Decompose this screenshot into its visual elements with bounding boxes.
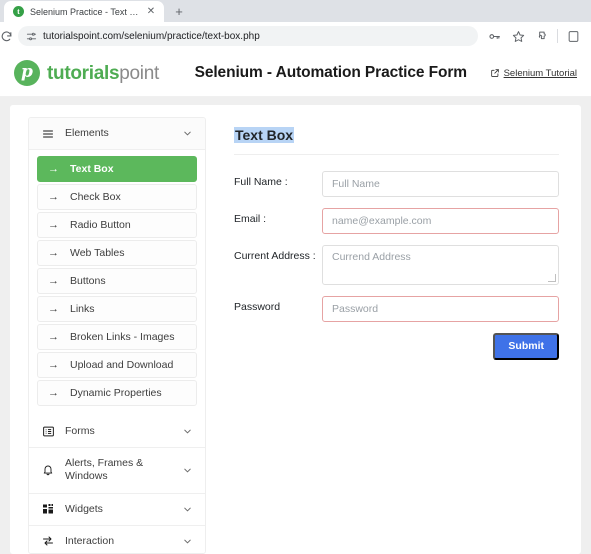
heading-divider [234, 154, 559, 155]
arrow-right-icon: → [48, 274, 59, 287]
sidebar-item-label: Text Box [70, 163, 114, 176]
address-bar-url[interactable]: tutorialspoint.com/selenium/practice/tex… [43, 31, 260, 42]
chevron-down-icon[interactable] [182, 128, 193, 139]
text-box-form: Full Name : Full Name Email : name@examp… [234, 171, 559, 360]
arrow-right-icon: → [48, 386, 59, 399]
browser-tab[interactable]: t Selenium Practice - Text Box ✕ [4, 1, 164, 22]
tutorialspoint-logo-mark: p [14, 60, 40, 86]
form-row-password: Password Password [234, 296, 559, 322]
chevron-down-icon[interactable] [182, 465, 193, 476]
arrow-right-icon: → [48, 190, 59, 203]
sidebar-group-forms[interactable]: Forms [29, 416, 205, 449]
current-address-textarea[interactable]: Currend Address [322, 245, 559, 285]
browser-window: t Selenium Practice - Text Box ✕ + tutor… [0, 0, 591, 554]
password-input[interactable]: Password [322, 296, 559, 322]
sidebar-item-label: Buttons [70, 275, 106, 288]
site-logo[interactable]: p tutorialspoint [14, 60, 192, 86]
sidebar-group-label: Interaction [65, 534, 115, 547]
brand-name-light: point [119, 62, 159, 84]
brand-wordmark: tutorialspoint [47, 64, 159, 83]
sidebar-item-buttons[interactable]: → Buttons [37, 268, 197, 295]
chevron-down-icon[interactable] [182, 536, 193, 547]
page-title: Selenium - Automation Practice Form [194, 64, 467, 81]
password-key-icon[interactable] [482, 24, 506, 48]
arrow-right-icon: → [48, 218, 59, 231]
logo-letter: p [21, 62, 33, 82]
current-address-label: Current Address : [234, 250, 316, 262]
address-bar[interactable]: tutorialspoint.com/selenium/practice/tex… [18, 26, 478, 46]
sidebar-group-label: Forms [65, 425, 95, 438]
sidebar-item-label: Web Tables [70, 247, 125, 260]
bell-icon [41, 464, 55, 476]
main-content: Text Box Full Name : Full Name Email : n… [206, 117, 581, 554]
sidebar-item-radio-button[interactable]: → Radio Button [37, 212, 197, 239]
sidebar-item-text-box[interactable]: → Text Box [37, 156, 197, 183]
arrow-right-icon: → [48, 246, 59, 259]
sidebar-item-label: Dynamic Properties [70, 387, 162, 400]
site-settings-icon[interactable] [26, 31, 37, 42]
sidebar-group-label: Elements [65, 127, 109, 139]
full-name-label: Full Name : [234, 176, 288, 188]
new-tab-button[interactable]: + [168, 1, 190, 22]
sidebar-group-label: Widgets [65, 502, 103, 515]
submit-button[interactable]: Submit [493, 333, 559, 360]
form-row-current-address: Current Address : Currend Address [234, 245, 559, 285]
interaction-arrows-icon [41, 535, 55, 547]
arrow-right-icon: → [48, 358, 59, 371]
sidebar-item-upload-and-download[interactable]: → Upload and Download [37, 352, 197, 379]
chevron-down-icon[interactable] [182, 504, 193, 515]
sidebar-item-label: Radio Button [70, 219, 131, 232]
sidebar: Elements → Text Box → Check Box → Radio … [28, 117, 206, 554]
tab-title: Selenium Practice - Text Box [30, 6, 139, 17]
sidebar-item-links[interactable]: → Links [37, 296, 197, 323]
chevron-down-icon[interactable] [182, 426, 193, 437]
reload-icon[interactable] [0, 24, 16, 48]
sidebar-group-interaction[interactable]: Interaction [29, 525, 205, 553]
bookmark-star-icon[interactable] [506, 24, 530, 48]
selenium-tutorial-label: Selenium Tutorial [503, 67, 577, 79]
sidebar-group-label: Alerts, Frames & Windows [65, 457, 144, 483]
sidebar-item-label: Check Box [70, 191, 121, 204]
email-label: Email : [234, 213, 267, 225]
close-icon[interactable]: ✕ [145, 6, 157, 18]
brand-name-bold: tutorials [47, 62, 120, 84]
selenium-tutorial-link[interactable]: Selenium Tutorial [490, 68, 577, 79]
sidebar-group-alerts-frames-windows[interactable]: Alerts, Frames & Windows [29, 448, 205, 494]
browser-toolbar: tutorialspoint.com/selenium/practice/tex… [0, 22, 591, 50]
profile-icon[interactable] [561, 24, 585, 48]
content-card: Elements → Text Box → Check Box → Radio … [10, 105, 581, 554]
form-row-full-name: Full Name : Full Name [234, 171, 559, 197]
sidebar-item-check-box[interactable]: → Check Box [37, 184, 197, 211]
sidebar-item-label: Upload and Download [70, 359, 174, 372]
tab-strip: t Selenium Practice - Text Box ✕ + [0, 0, 591, 22]
page-body: Elements → Text Box → Check Box → Radio … [0, 97, 591, 554]
extensions-puzzle-icon[interactable] [530, 24, 554, 48]
sidebar-group-widgets[interactable]: Widgets [29, 493, 205, 526]
sidebar-item-label: Broken Links - Images [70, 331, 175, 344]
form-row-email: Email : name@example.com [234, 208, 559, 234]
grid-icon [41, 503, 55, 515]
favicon-letter: t [17, 6, 20, 16]
sidebar-group-elements-items: → Text Box → Check Box → Radio Button → … [29, 150, 205, 417]
arrow-right-icon: → [48, 330, 59, 343]
sidebar-item-dynamic-properties[interactable]: → Dynamic Properties [37, 380, 197, 407]
hamburger-icon [41, 128, 55, 140]
submit-row: Submit [234, 333, 559, 360]
full-name-input[interactable]: Full Name [322, 171, 559, 197]
list-icon [41, 425, 55, 438]
external-link-icon [490, 68, 500, 78]
content-heading: Text Box [234, 127, 295, 143]
tutorialspoint-favicon: t [13, 6, 24, 17]
sidebar-item-web-tables[interactable]: → Web Tables [37, 240, 197, 267]
arrow-right-icon: → [48, 162, 59, 175]
email-input[interactable]: name@example.com [322, 208, 559, 234]
sidebar-item-broken-links-images[interactable]: → Broken Links - Images [37, 324, 197, 351]
sidebar-group-elements[interactable]: Elements [29, 118, 205, 151]
sidebar-item-label: Links [70, 303, 95, 316]
password-label: Password [234, 301, 281, 313]
toolbar-divider [557, 29, 558, 43]
page-viewport: p tutorialspoint Selenium - Automation P… [0, 50, 591, 554]
arrow-right-icon: → [48, 302, 59, 315]
site-header: p tutorialspoint Selenium - Automation P… [0, 50, 591, 97]
